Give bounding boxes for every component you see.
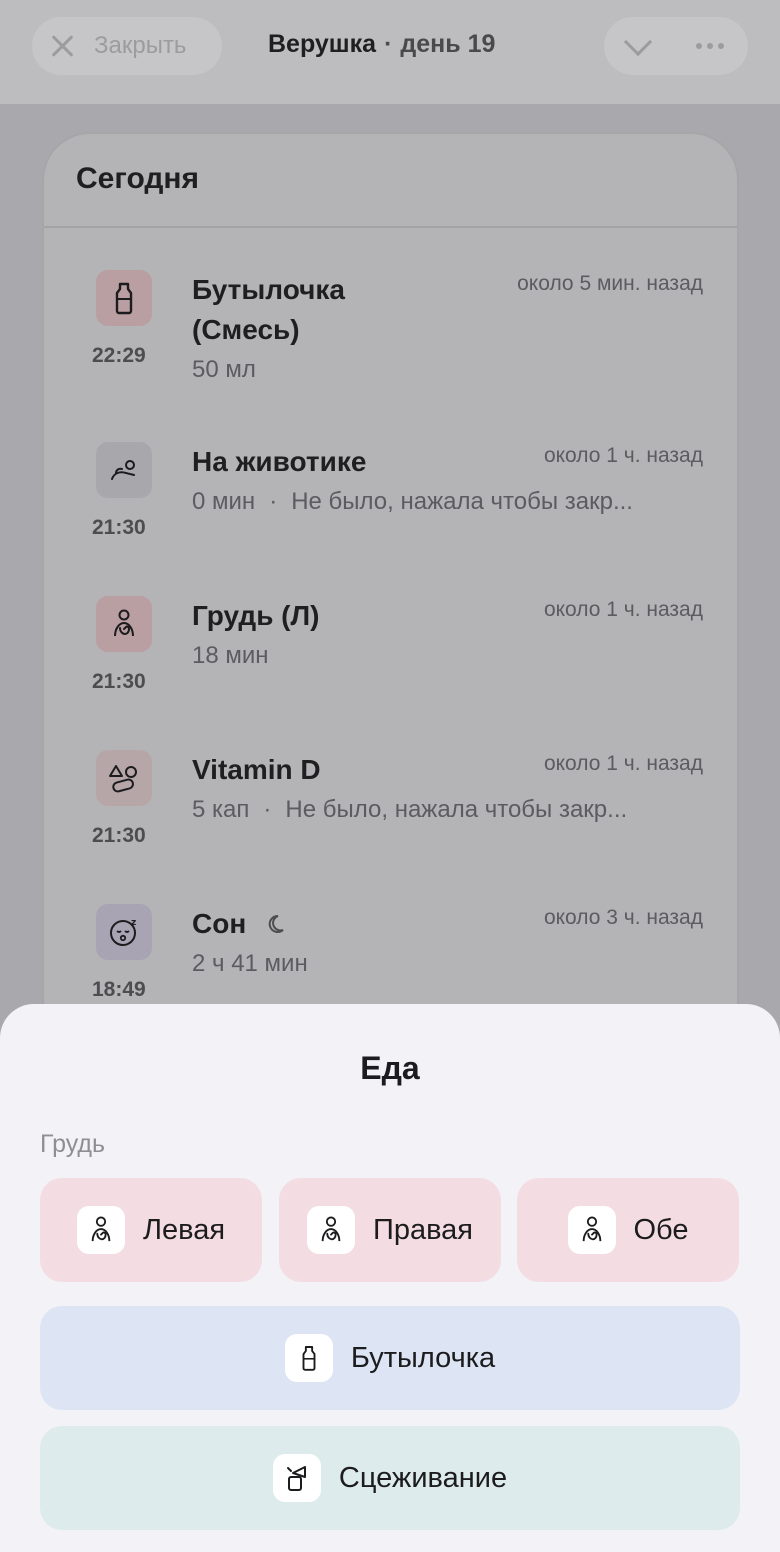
bottle-icon	[96, 270, 152, 326]
pumping-label: Сцеживание	[338, 1461, 508, 1494]
today-title: Сегодня	[44, 134, 737, 228]
detail-separator: ·	[263, 796, 272, 823]
breast-right-button[interactable]: Правая	[279, 1178, 501, 1282]
entry-note: Не было, нажала чтобы закр...	[285, 796, 628, 823]
breastfeeding-icon	[96, 596, 152, 652]
entry-name: Бутылочка (Смесь)	[192, 274, 345, 345]
bottle-icon	[284, 1334, 333, 1382]
breast-left-button[interactable]: Левая	[40, 1178, 262, 1282]
sleep-face-icon: z	[96, 904, 152, 960]
tummy-time-icon	[96, 442, 152, 498]
page-title: Верушка · день 19	[268, 30, 495, 59]
entry-ago: около 1 ч. назад	[543, 444, 703, 467]
svg-text:z: z	[131, 918, 136, 928]
entry-name-row: Сон	[192, 904, 286, 944]
top-bar: Закрыть Верушка · день 19	[0, 0, 780, 104]
breast-both-label: Обе	[633, 1213, 689, 1246]
entry-detail-row: 5 кап · Не было, нажала чтобы закр...	[192, 796, 627, 824]
entry-name: На животике	[192, 446, 367, 477]
entry-time: 18:49	[92, 978, 146, 1001]
entry-detail: 50 мл	[192, 356, 256, 383]
breast-both-button[interactable]: Обе	[517, 1178, 739, 1282]
child-name: Верушка	[268, 30, 377, 58]
entry-ago: около 1 ч. назад	[543, 752, 703, 775]
header-actions	[604, 17, 748, 75]
breast-left-label: Левая	[142, 1213, 226, 1246]
entry-name: Vitamin D	[192, 754, 321, 785]
breast-pump-icon	[272, 1454, 321, 1502]
breast-right-label: Правая	[372, 1213, 473, 1246]
breastfeeding-icon	[306, 1206, 355, 1254]
moon-icon	[268, 914, 284, 933]
more-icon[interactable]	[696, 43, 724, 49]
entry-time: 21:30	[92, 670, 146, 693]
close-icon	[48, 32, 76, 60]
sheet-title: Еда	[360, 1050, 420, 1086]
entry-name: Сон	[192, 908, 247, 939]
entry-detail: 18 мин	[192, 642, 269, 669]
entry-ago: около 5 мин. назад	[517, 272, 703, 295]
entry-name: Грудь (Л)	[192, 600, 320, 631]
breast-section-label: Грудь	[40, 1130, 106, 1158]
chevron-down-icon[interactable]	[623, 27, 653, 57]
entry-ago: около 1 ч. назад	[543, 598, 703, 621]
day-label: день 19	[400, 30, 496, 58]
entry-time: 21:30	[92, 516, 146, 539]
detail-separator: ·	[269, 488, 278, 515]
breastfeeding-icon	[567, 1206, 616, 1254]
close-label: Закрыть	[94, 32, 187, 59]
entry-note: Не было, нажала чтобы закр...	[291, 488, 633, 515]
title-separator: ·	[384, 30, 393, 58]
entry-time: 21:30	[92, 824, 146, 847]
pumping-button[interactable]: Сцеживание	[40, 1426, 740, 1530]
bottle-label: Бутылочка	[350, 1341, 496, 1374]
breastfeeding-icon	[76, 1206, 125, 1254]
entry-detail: 0 мин	[192, 488, 256, 515]
entry-time: 22:29	[92, 344, 146, 367]
entry-detail: 2 ч 41 мин	[192, 950, 308, 977]
bottle-button[interactable]: Бутылочка	[40, 1306, 740, 1410]
entry-detail-row: 0 мин · Не было, нажала чтобы закр...	[192, 488, 633, 516]
feeding-sheet: Еда Грудь Левая Правая Обе Бутылочка Сце…	[0, 1004, 780, 1552]
close-button[interactable]: Закрыть	[32, 17, 222, 75]
entry-ago: около 3 ч. назад	[543, 906, 703, 929]
pills-icon	[96, 750, 152, 806]
entry-detail: 5 кап	[192, 796, 250, 823]
today-card: Сегодня 22:29 Бутылочка (Смесь) около 5 …	[42, 132, 739, 1132]
